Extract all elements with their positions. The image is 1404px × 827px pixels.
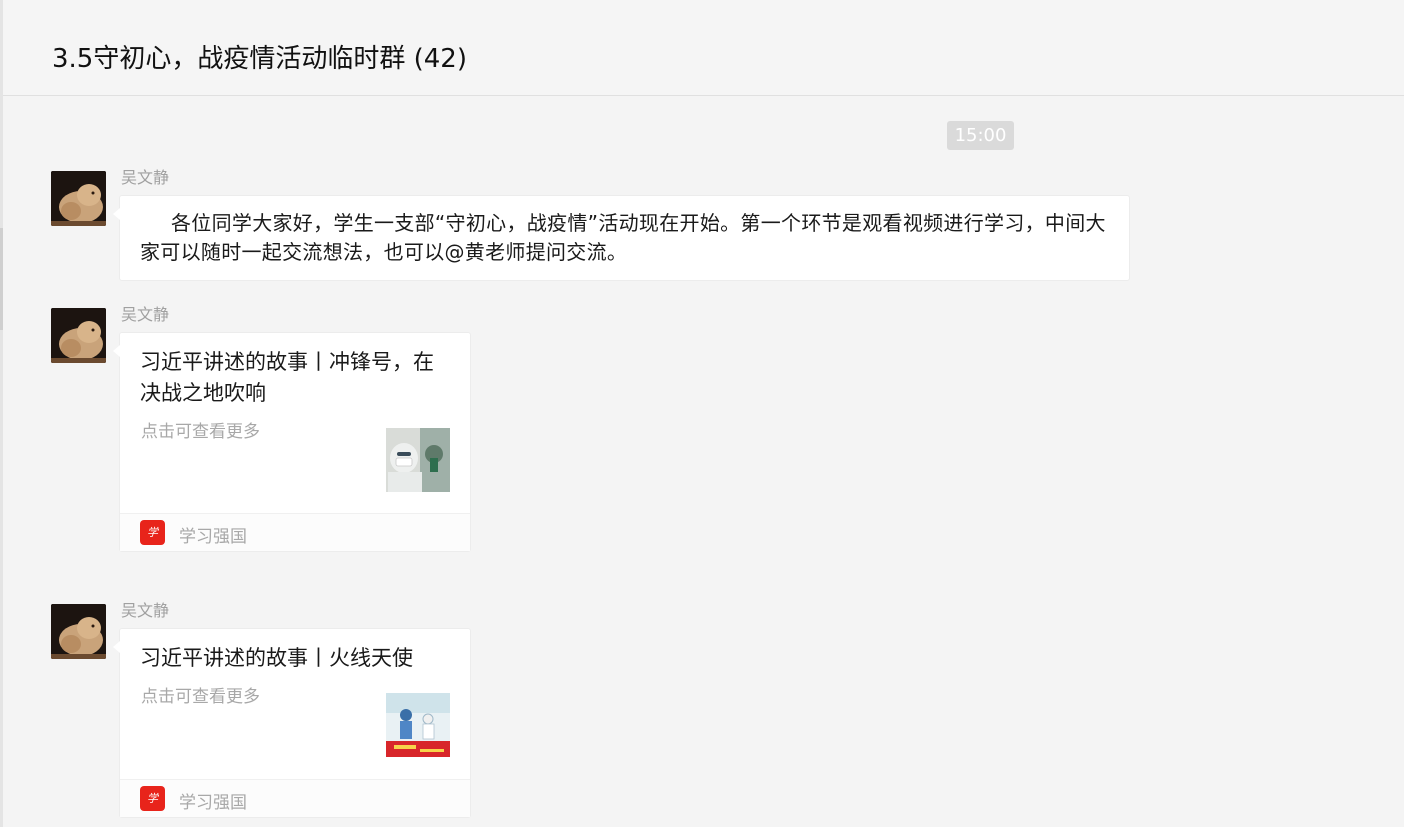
chat-title[interactable]: 3.5守初心，战疫情活动临时群 (42) [52,38,467,75]
article-description: 点击可查看更多 [141,422,260,442]
article-description: 点击可查看更多 [141,687,260,707]
article-title: 习近平讲述的故事丨冲锋号，在决战之地吹响 [140,350,434,405]
sender-name: 吴文静 [121,168,170,187]
article-source-bar: 学 学习强国 [120,779,470,817]
article-thumbnail [386,693,450,757]
window-left-edge [0,0,3,827]
chat-window: 3.5守初心，战疫情活动临时群 (42) 15:00 吴文静 各位同学大家好，学… [0,0,1404,827]
sender-name: 吴文静 [121,305,170,324]
sender-avatar[interactable] [51,604,106,659]
article-thumbnail [386,428,450,492]
cat-avatar-icon [51,308,106,363]
sender-avatar[interactable] [51,171,106,226]
article-card[interactable]: 习近平讲述的故事丨火线天使 点击可查看更多 学 学习强国 [113,628,471,818]
resize-handle[interactable] [0,228,3,330]
text-message-bubble[interactable]: 各位同学大家好，学生一支部“守初心，战疫情”活动现在开始。第一个环节是观看视频进… [113,195,1130,281]
article-card[interactable]: 习近平讲述的故事丨冲锋号，在决战之地吹响 点击可查看更多 学 学习强国 [113,332,471,552]
chat-header: 3.5守初心，战疫情活动临时群 (42) [3,0,1404,96]
article-source: 学习强国 [179,527,247,547]
article-title: 习近平讲述的故事丨火线天使 [140,646,413,670]
message-text: 各位同学大家好，学生一支部“守初心，战疫情”活动现在开始。第一个环节是观看视频进… [140,211,1106,264]
article-source-bar: 学 学习强国 [120,513,470,551]
bubble-tail [113,208,120,220]
sender-name: 吴文静 [121,601,170,620]
hospital-scene-thumbnail [386,693,450,757]
bubble-tail [113,345,120,357]
sender-avatar[interactable] [51,308,106,363]
bubble-tail [113,641,120,653]
cat-avatar-icon [51,604,106,659]
medical-worker-thumbnail [386,428,450,492]
cat-avatar-icon [51,171,106,226]
article-source: 学习强国 [179,793,247,813]
xuexi-qiangguo-icon: 学 [140,520,165,545]
xuexi-qiangguo-icon: 学 [140,786,165,811]
message-timestamp: 15:00 [947,121,1014,150]
